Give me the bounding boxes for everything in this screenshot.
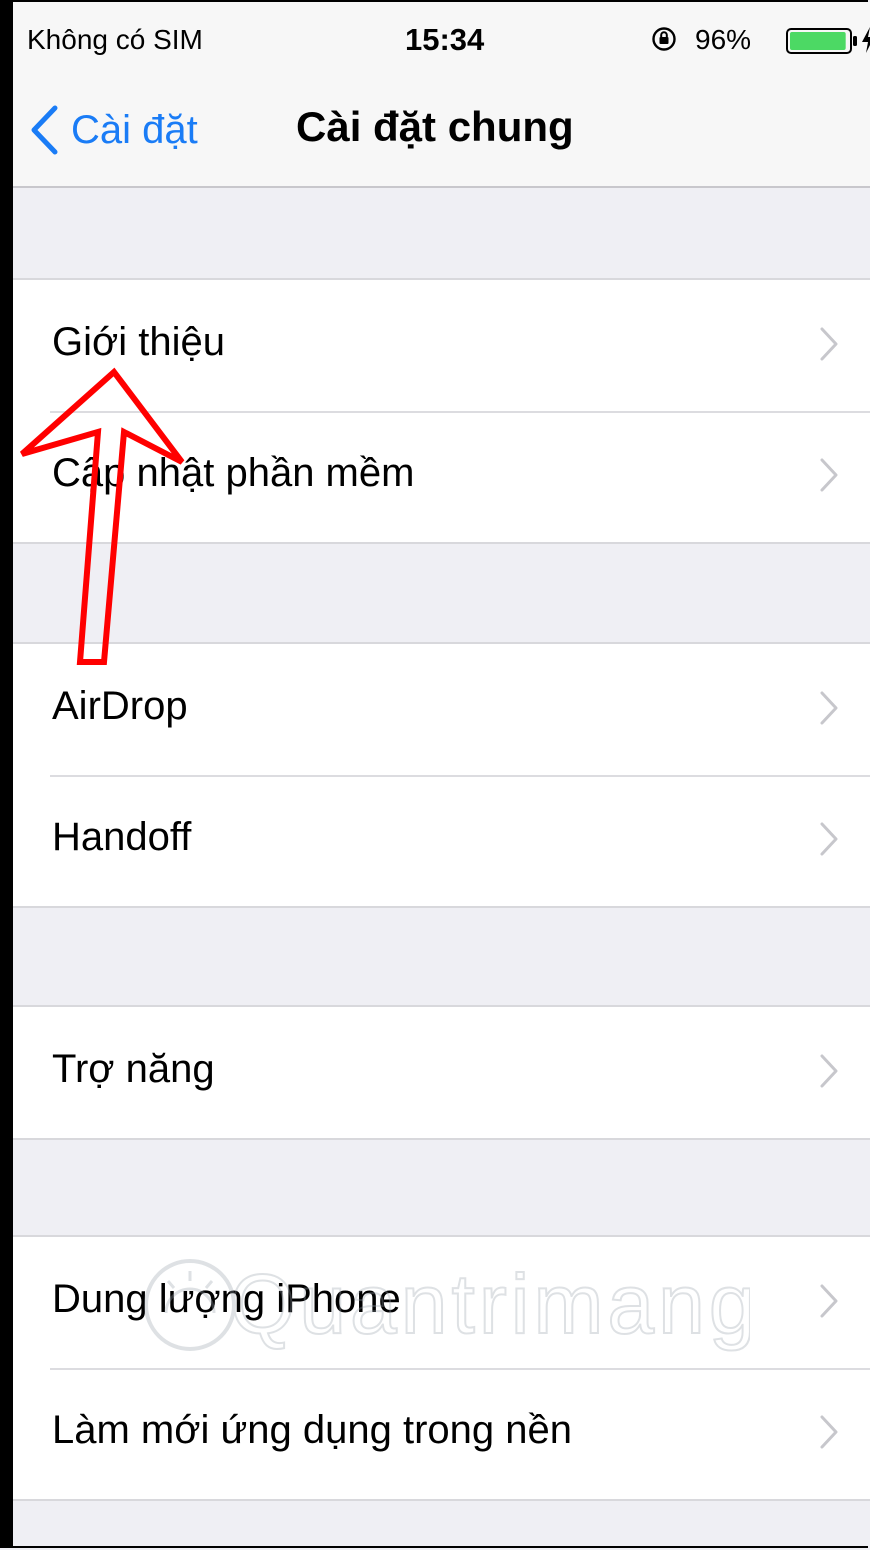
settings-row-airdrop[interactable]: AirDrop — [13, 644, 870, 775]
chevron-right-icon — [820, 1284, 838, 1318]
settings-group-sharing: AirDrop Handoff — [13, 642, 870, 908]
charging-bolt-icon — [862, 27, 870, 53]
back-button[interactable]: Cài đặt — [29, 104, 198, 156]
back-button-label: Cài đặt — [71, 107, 198, 152]
chevron-right-icon — [820, 691, 838, 725]
row-label: AirDrop — [52, 684, 188, 728]
page-title: Cài đặt chung — [296, 103, 574, 150]
settings-row-about[interactable]: Giới thiệu — [13, 280, 870, 411]
chevron-right-icon — [820, 458, 838, 492]
clock: 15:34 — [405, 22, 485, 57]
chevron-right-icon — [820, 1054, 838, 1088]
settings-row-accessibility[interactable]: Trợ năng — [13, 1007, 870, 1138]
settings-row-iphone-storage[interactable]: Dung lượng iPhone — [13, 1237, 870, 1368]
carrier-label: Không có SIM — [27, 24, 203, 55]
row-label: Làm mới ứng dụng trong nền — [52, 1408, 572, 1452]
row-label: Cập nhật phần mềm — [52, 451, 415, 495]
chevron-right-icon — [820, 327, 838, 361]
row-label: Trợ năng — [52, 1047, 215, 1091]
settings-group-accessibility: Trợ năng — [13, 1005, 870, 1140]
battery-percent: 96% — [695, 24, 752, 55]
settings-row-software-update[interactable]: Cập nhật phần mềm — [13, 411, 870, 542]
chevron-right-icon — [820, 1415, 838, 1449]
chevron-right-icon — [820, 822, 838, 856]
settings-group-storage: Dung lượng iPhone Làm mới ứng dụng trong… — [13, 1235, 870, 1501]
navigation-bar: Cài đặt Cài đặt chung — [13, 82, 870, 188]
settings-group-about: Giới thiệu Cập nhật phần mềm — [13, 278, 870, 544]
battery-icon — [786, 28, 857, 54]
status-bar: Không có SIM 15:34 96% — [13, 2, 870, 82]
chevron-left-icon — [31, 105, 58, 155]
settings-row-handoff[interactable]: Handoff — [13, 775, 870, 906]
orientation-lock-icon — [652, 27, 676, 51]
row-label: Dung lượng iPhone — [52, 1277, 401, 1321]
row-label: Handoff — [52, 815, 192, 859]
row-label: Giới thiệu — [52, 320, 225, 364]
settings-row-background-refresh[interactable]: Làm mới ứng dụng trong nền — [13, 1368, 870, 1499]
